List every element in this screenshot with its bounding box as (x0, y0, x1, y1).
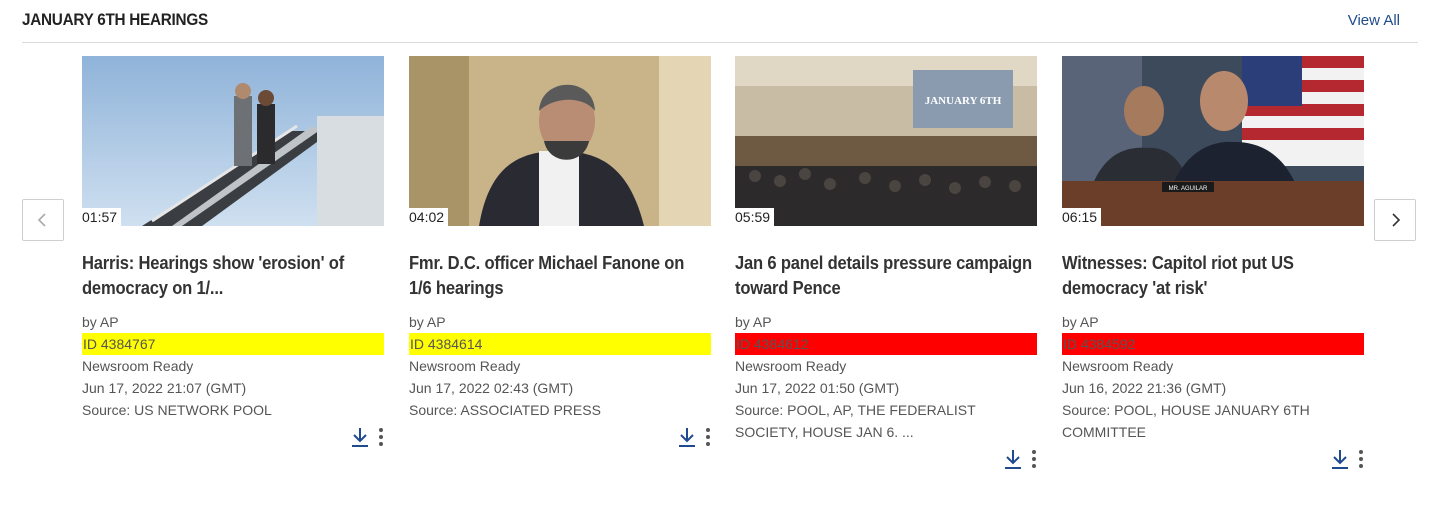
asset-id: ID 4384614 (409, 333, 711, 355)
more-options-icon[interactable] (705, 428, 711, 446)
more-options-icon[interactable] (1358, 450, 1364, 468)
publish-date: Jun 17, 2022 21:07 (GMT) (82, 380, 247, 396)
video-thumbnail[interactable]: JANUARY 6TH 05:59 (735, 56, 1037, 226)
publish-date: Jun 16, 2022 21:36 (GMT) (1062, 380, 1227, 396)
source-text: Source: POOL, HOUSE JANUARY 6TH COMMITTE… (1062, 402, 1310, 440)
card-actions (1003, 448, 1037, 470)
card-actions (1330, 448, 1364, 470)
video-title[interactable]: Jan 6 panel details pressure campaign to… (735, 251, 1037, 301)
video-card[interactable]: 04:02 Fmr. D.C. officer Michael Fanone o… (409, 56, 711, 447)
card-actions (677, 426, 711, 448)
video-thumbnail[interactable]: 04:02 (409, 56, 711, 226)
publish-date: Jun 17, 2022 02:43 (GMT) (409, 380, 574, 396)
source-text: Source: POOL, AP, THE FEDERALIST SOCIETY… (735, 402, 976, 440)
source-text: Source: US NETWORK POOL (82, 402, 272, 418)
download-icon[interactable] (350, 426, 370, 448)
video-duration: 05:59 (735, 208, 775, 226)
video-duration: 01:57 (82, 208, 122, 226)
view-all-link[interactable]: View All (1348, 12, 1400, 29)
nameplate-text: MR. AGUILAR (1169, 186, 1208, 192)
video-card[interactable]: 01:57 Harris: Hearings show 'erosion' of… (82, 56, 384, 447)
byline: by AP (1062, 314, 1099, 330)
more-options-icon[interactable] (378, 428, 384, 446)
video-card[interactable]: MR. AGUILAR 06:15 Witnesses: Capitol rio… (1062, 56, 1364, 469)
download-icon[interactable] (677, 426, 697, 448)
video-thumbnail[interactable]: 01:57 (82, 56, 384, 226)
byline: by AP (82, 314, 119, 330)
video-duration: 06:15 (1062, 208, 1102, 226)
screen-text: JANUARY 6TH (925, 95, 1002, 107)
video-card[interactable]: JANUARY 6TH 05:59 Jan 6 panel details pr… (735, 56, 1037, 469)
status-text: Newsroom Ready (82, 358, 194, 374)
byline: by AP (735, 314, 772, 330)
chevron-left-icon (37, 213, 46, 227)
chevron-right-icon (1392, 213, 1401, 227)
asset-id: ID 4384612 (735, 333, 1037, 355)
video-thumbnail[interactable]: MR. AGUILAR 06:15 (1062, 56, 1364, 226)
more-options-icon[interactable] (1031, 450, 1037, 468)
card-actions (350, 426, 384, 448)
video-duration: 04:02 (409, 208, 449, 226)
carousel-next-button[interactable] (1374, 199, 1416, 241)
source-text: Source: ASSOCIATED PRESS (409, 402, 601, 418)
status-text: Newsroom Ready (409, 358, 521, 374)
asset-id: ID 4384592 (1062, 333, 1364, 355)
section-header: JANUARY 6TH HEARINGS View All (22, 0, 1418, 43)
download-icon[interactable] (1003, 448, 1023, 470)
status-text: Newsroom Ready (1062, 358, 1174, 374)
download-icon[interactable] (1330, 448, 1350, 470)
section-title: JANUARY 6TH HEARINGS (22, 10, 208, 29)
byline: by AP (409, 314, 446, 330)
publish-date: Jun 17, 2022 01:50 (GMT) (735, 380, 900, 396)
asset-id: ID 4384767 (82, 333, 384, 355)
video-title[interactable]: Witnesses: Capitol riot put US democracy… (1062, 251, 1364, 301)
video-title[interactable]: Harris: Hearings show 'erosion' of democ… (82, 251, 384, 301)
status-text: Newsroom Ready (735, 358, 847, 374)
carousel-prev-button[interactable] (22, 199, 64, 241)
video-title[interactable]: Fmr. D.C. officer Michael Fanone on 1/6 … (409, 251, 711, 301)
